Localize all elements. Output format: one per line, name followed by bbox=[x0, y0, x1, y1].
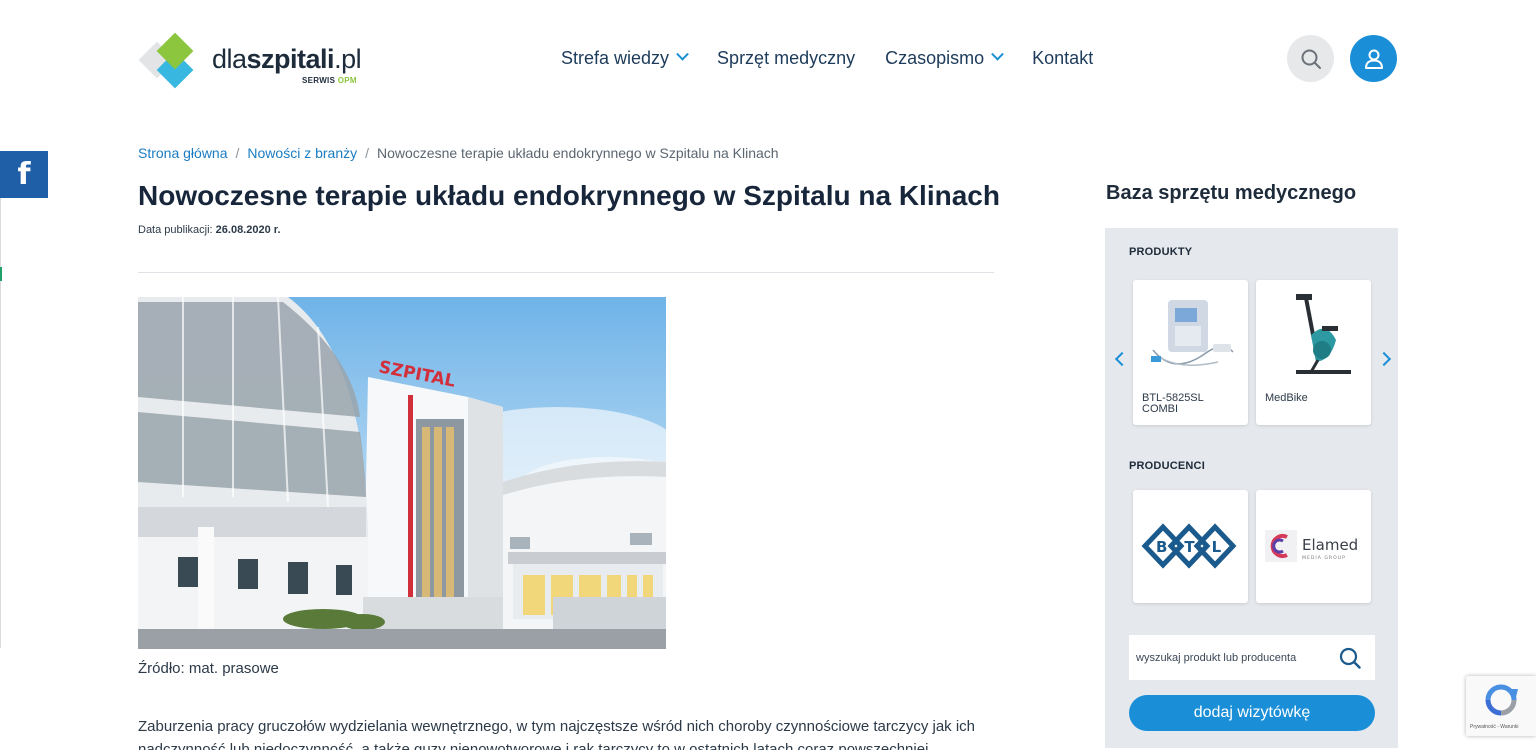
breadcrumb-current: Nowoczesne terapie układu endokrynnego w… bbox=[377, 145, 779, 161]
logo-diamonds-icon bbox=[138, 32, 206, 89]
search-icon bbox=[1301, 49, 1321, 69]
breadcrumb-separator: / bbox=[235, 145, 240, 161]
user-account-button[interactable] bbox=[1350, 35, 1397, 82]
search-icon[interactable] bbox=[1339, 647, 1361, 669]
article-divider bbox=[138, 272, 994, 273]
sidebar-title: Baza sprzętu medycznego bbox=[1106, 182, 1357, 204]
side-indicator bbox=[0, 267, 2, 281]
search-button[interactable] bbox=[1287, 35, 1334, 82]
producer-card-btl[interactable]: BTL bbox=[1133, 490, 1248, 603]
breadcrumb-link-home[interactable]: Strona główna bbox=[138, 145, 228, 161]
product-name: BTL-5825SL COMBI bbox=[1142, 392, 1204, 415]
nav-label: Czasopismo bbox=[885, 48, 985, 68]
recaptcha-badge[interactable]: Prywatność - Warunki bbox=[1466, 676, 1536, 736]
product-card-medbike[interactable]: MedBike bbox=[1256, 280, 1371, 425]
article-photo-hospital: SZPITAL bbox=[138, 297, 666, 649]
nav-label: Sprzęt medyczny bbox=[717, 48, 856, 68]
breadcrumb-separator: / bbox=[365, 145, 369, 161]
facebook-icon: f bbox=[17, 157, 31, 192]
product-search-box bbox=[1129, 635, 1375, 680]
facebook-share-button[interactable]: f bbox=[0, 151, 48, 198]
svg-text:Elamed: Elamed bbox=[1302, 536, 1358, 554]
side-divider bbox=[0, 198, 1, 648]
nav-item-kontakt[interactable]: Kontakt bbox=[1032, 48, 1093, 69]
logo-text: dlaszpitali.pl bbox=[212, 44, 362, 74]
nav-label: Strefa wiedzy bbox=[561, 48, 670, 68]
product-image-bike bbox=[1296, 294, 1351, 374]
product-image-device bbox=[1151, 300, 1234, 366]
elamed-logo: Elamed MEDIA GROUP bbox=[1265, 530, 1358, 562]
producer-card-elamed[interactable]: Elamed MEDIA GROUP bbox=[1256, 490, 1371, 603]
nav-item-sprzet-medyczny[interactable]: Sprzęt medyczny bbox=[717, 48, 855, 69]
breadcrumb: Strona główna / Nowości z branży / Nowoczesn… bbox=[138, 145, 779, 161]
photo-source: Źródło: mat. prasowe bbox=[138, 660, 279, 677]
add-business-card-button[interactable]: dodaj wizytówkę bbox=[1129, 695, 1375, 731]
products-label: PRODUKTY bbox=[1129, 246, 1193, 258]
chevron-down-icon bbox=[991, 47, 1005, 61]
article-body: Zaburzenia pracy gruczołów wydzielania w… bbox=[138, 718, 976, 750]
user-icon bbox=[1364, 49, 1383, 69]
main-nav: Strefa wiedzy Sprzęt medyczny Czasopismo… bbox=[561, 47, 1123, 69]
product-card-btl-5825sl[interactable]: BTL-5825SL COMBI bbox=[1133, 280, 1248, 425]
nav-item-strefa-wiedzy[interactable]: Strefa wiedzy bbox=[561, 47, 689, 69]
product-search-input[interactable] bbox=[1129, 635, 1329, 680]
site-logo[interactable]: dlaszpitali.pl SERWIS OPM bbox=[138, 30, 370, 90]
breadcrumb-link-news[interactable]: Nowości z branży bbox=[247, 145, 357, 161]
producers-label: PRODUCENCI bbox=[1129, 460, 1205, 472]
logo-subtitle: SERWIS OPM bbox=[302, 76, 357, 85]
article-title: Nowoczesne terapie układu endokrynnego w… bbox=[138, 180, 1000, 211]
recaptcha-terms[interactable]: Prywatność - Warunki bbox=[1470, 724, 1518, 730]
svg-text:MEDIA GROUP: MEDIA GROUP bbox=[1302, 555, 1346, 561]
nav-item-czasopismo[interactable]: Czasopismo bbox=[885, 47, 1005, 69]
nav-label: Kontakt bbox=[1032, 48, 1094, 68]
recaptcha-icon bbox=[1485, 684, 1518, 716]
chevron-right-icon[interactable] bbox=[1376, 351, 1392, 367]
svg-text:BTL: BTL bbox=[1156, 538, 1238, 556]
site-header: dlaszpitali.pl SERWIS OPM Strefa wiedzy … bbox=[0, 0, 1536, 120]
btl-logo: BTL bbox=[1141, 523, 1238, 569]
equipment-database-panel: PRODUKTY BTL-5825SL COMBI MedBike PRODUC… bbox=[1105, 228, 1398, 748]
chevron-left-icon[interactable] bbox=[1114, 351, 1130, 367]
product-name: MedBike bbox=[1265, 392, 1308, 404]
chevron-down-icon bbox=[676, 47, 689, 61]
publication-date: Data publikacji: 26.08.2020 r. bbox=[138, 224, 281, 236]
